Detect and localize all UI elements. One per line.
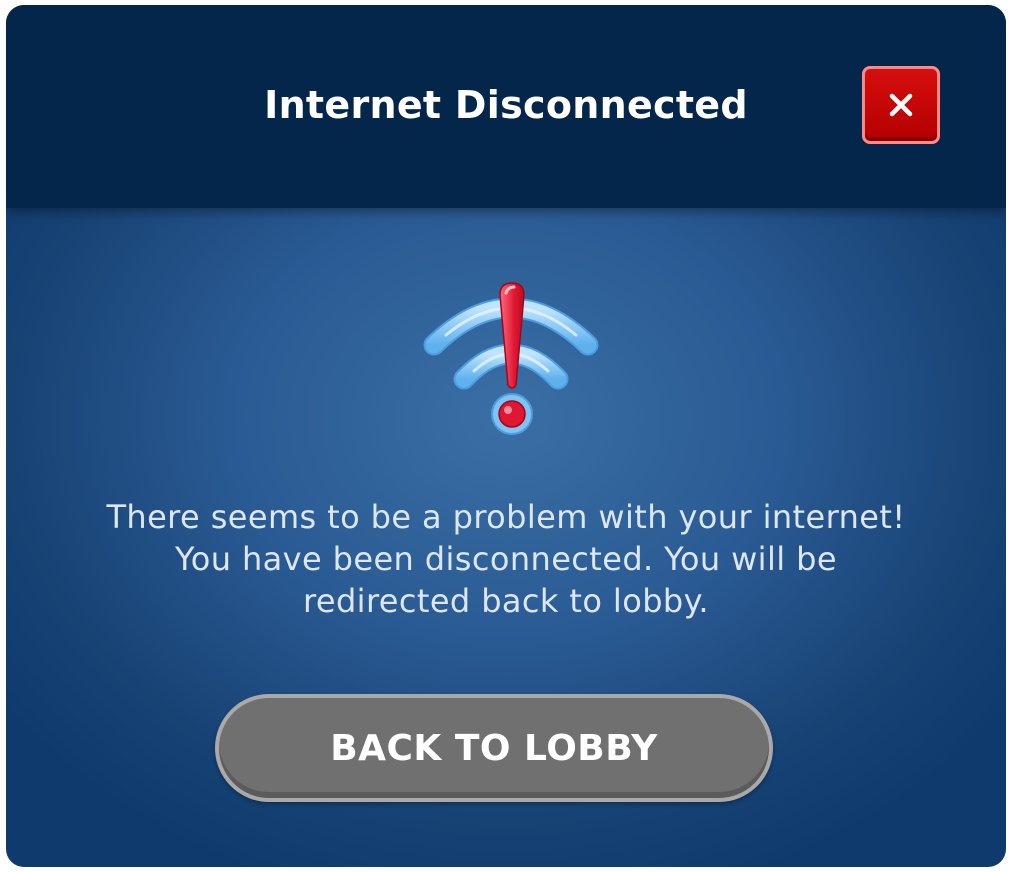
disconnect-message: There seems to be a problem with your in…	[46, 496, 966, 622]
message-line: redirected back to lobby.	[303, 582, 709, 620]
back-to-lobby-button[interactable]: BACK TO LOBBY	[215, 694, 773, 802]
close-button[interactable]	[862, 66, 940, 144]
message-line: You have been disconnected. You will be	[175, 540, 837, 578]
dialog-title: Internet Disconnected	[264, 83, 748, 127]
back-to-lobby-label: BACK TO LOBBY	[330, 728, 658, 769]
dialog-header: Internet Disconnected	[6, 5, 1006, 208]
wifi-disconnected-warning-icon	[423, 282, 599, 435]
close-x-icon	[889, 93, 913, 117]
message-line: There seems to be a problem with your in…	[106, 498, 906, 536]
disconnected-dialog: Internet Disconnected There seems to be …	[6, 5, 1006, 867]
